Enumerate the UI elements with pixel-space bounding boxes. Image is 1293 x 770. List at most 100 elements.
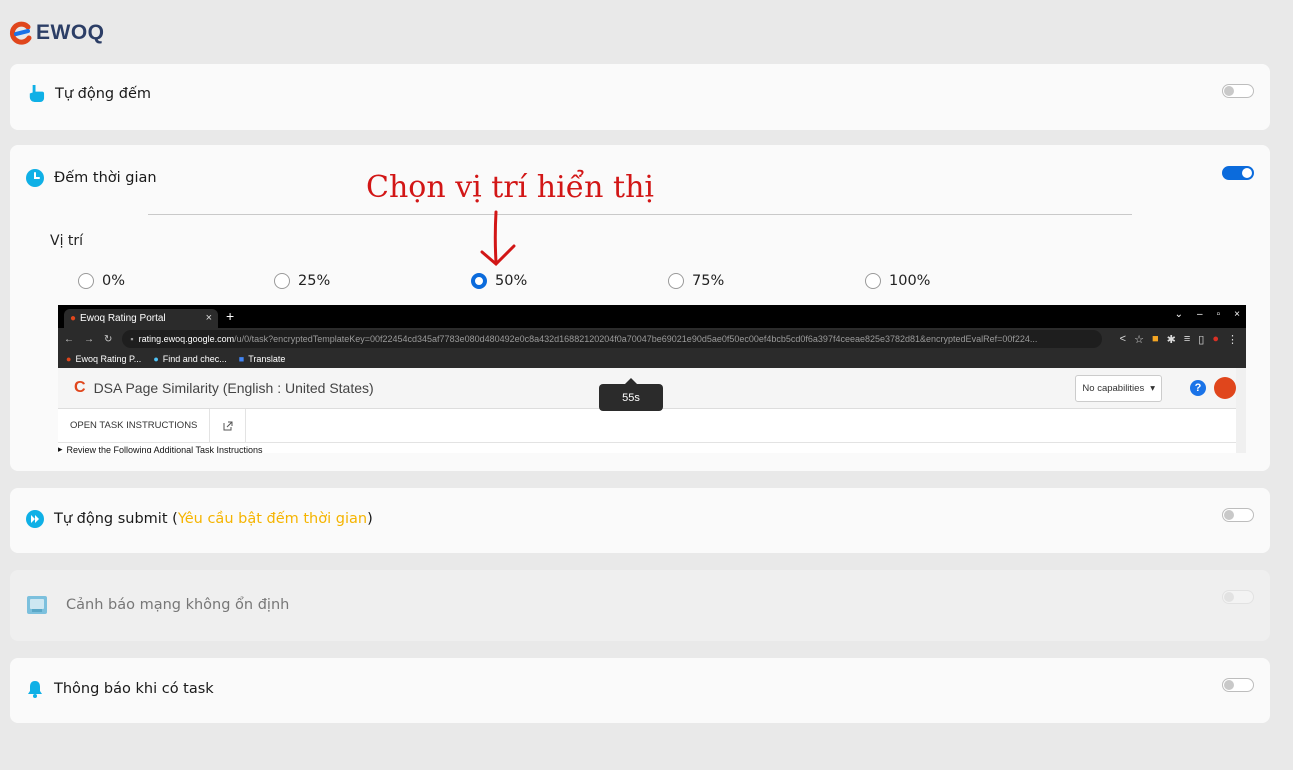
position-radio-0[interactable]: 0% (78, 273, 125, 289)
restore-icon: ▫ (1216, 309, 1221, 320)
bookmarks-bar: ● Ewoq Rating P... ● Find and chec... ■ Tra… (58, 350, 1246, 368)
extension-icon: ■ (1151, 333, 1159, 345)
minimize-icon: – (1197, 309, 1203, 320)
sidepanel-icon: ▯ (1198, 333, 1205, 346)
logo-text: EWOQ (36, 21, 105, 44)
auto-submit-card: Tự động submit (Yêu cầu bật đếm thời gia… (10, 488, 1270, 553)
bookmark-label: Ewoq Rating P... (75, 354, 142, 364)
page-title-text: DSA Page Similarity (English : United St… (93, 380, 374, 396)
position-radio-75[interactable]: 75% (668, 273, 724, 289)
reload-icon: ↻ (104, 333, 113, 345)
annotation-text: Chọn vị trí hiển thị (366, 170, 655, 205)
position-label: Vị trí (50, 233, 84, 249)
profile-icon: ● (1212, 333, 1219, 345)
back-icon: ← (64, 333, 74, 345)
new-tab-icon: + (226, 308, 235, 324)
position-radio-25[interactable]: 25% (274, 273, 330, 289)
bell-icon (28, 681, 42, 698)
ewoq-logo-icon (9, 21, 32, 45)
lock-icon: ▪ (130, 334, 134, 344)
forward-icon: → (84, 333, 94, 345)
window-controls: ⌄ – ▫ × (1175, 309, 1240, 320)
url-host: rating.ewoq.google.com (138, 334, 235, 344)
auto-submit-hint: Yêu cầu bật đếm thời gian (177, 511, 368, 527)
browser-addressbar: ← → ↻ ▪ rating.ewoq.google.com /u/0/task… (58, 328, 1246, 350)
preview-page: C DSA Page Similarity (English : United … (58, 368, 1246, 453)
network-warning-label: Cảnh báo mạng không ổn định (66, 597, 290, 613)
divider (148, 214, 1132, 215)
fast-forward-icon (26, 510, 44, 528)
hand-pointer-icon (29, 84, 45, 103)
radio-label: 100% (889, 273, 931, 289)
tab-title: Ewoq Rating Portal (80, 313, 166, 324)
review-instructions: ▸ Review the Following Additional Task I… (58, 444, 262, 453)
bookmark-label: Find and chec... (162, 354, 227, 364)
position-preview: ● Ewoq Rating Portal × + ⌄ – ▫ × ← → ↻ ▪… (58, 305, 1246, 453)
task-notify-card: Thông báo khi có task (10, 658, 1270, 723)
puzzle-icon: ✱ (1166, 333, 1176, 346)
ewoq-favicon-icon: ● (70, 313, 77, 324)
auto-submit-label: Tự động submit (Yêu cầu bật đếm thời gia… (54, 511, 373, 527)
url-field: ▪ rating.ewoq.google.com /u/0/task?encry… (122, 330, 1102, 348)
clock-icon (26, 169, 44, 187)
preview-scrollbar (1236, 368, 1246, 453)
network-warning-row: Cảnh báo mạng không ổn định (26, 595, 289, 615)
bookmark-item: ■ Translate (239, 354, 286, 364)
radio-circle[interactable] (865, 273, 881, 289)
browser-extensions: < ☆ ■ ✱ ≡ ▯ ● ⋮ (1120, 333, 1246, 346)
auto-count-toggle[interactable] (1222, 84, 1254, 98)
menu-icon: ⋮ (1227, 333, 1238, 346)
playlist-icon: ≡ (1183, 333, 1191, 345)
position-radio-50[interactable]: 50% (471, 273, 527, 289)
radio-label: 50% (495, 273, 528, 289)
hint-close: ) (367, 511, 373, 527)
share-icon: < (1119, 333, 1127, 345)
auto-count-card: Tự động đếm (10, 64, 1270, 130)
auto-submit-toggle[interactable] (1222, 508, 1254, 522)
star-icon: ☆ (1134, 333, 1144, 346)
radio-circle[interactable] (668, 273, 684, 289)
auto-submit-text: Tự động submit (54, 511, 168, 527)
preview-toolbar: OPEN TASK INSTRUCTIONS (58, 408, 1246, 443)
timer-preview-badge: 55s (599, 378, 663, 411)
chevron-down-icon: ⌄ (1174, 309, 1184, 320)
auto-count-row: Tự động đếm (26, 84, 151, 103)
annotation-arrow-icon (480, 210, 516, 267)
position-radio-100[interactable]: 100% (865, 273, 930, 289)
radio-circle[interactable] (78, 273, 94, 289)
review-text: Review the Following Additional Task Ins… (66, 444, 263, 454)
browser-tabbar: ● Ewoq Rating Portal × + ⌄ – ▫ × (58, 305, 1246, 328)
capabilities-select: No capabilities ▾ (1075, 375, 1162, 402)
bookmark-item: ● Ewoq Rating P... (66, 354, 141, 364)
close-icon: × (1234, 309, 1240, 320)
translate-favicon-icon: ■ (238, 354, 245, 364)
preview-page-title: C DSA Page Similarity (English : United … (74, 379, 374, 397)
radio-circle[interactable] (274, 273, 290, 289)
task-notify-toggle[interactable] (1222, 678, 1254, 692)
task-notify-row: Thông báo khi có task (26, 680, 214, 698)
radio-label: 75% (692, 273, 725, 289)
radio-label: 0% (102, 273, 126, 289)
timer-label: Đếm thời gian (54, 170, 157, 186)
radio-circle-selected[interactable] (471, 273, 487, 289)
ewoq-favicon-icon: ● (66, 354, 72, 364)
bookmark-item: ● Find and chec... (153, 354, 226, 364)
network-icon (27, 596, 47, 614)
app-logo: EWOQ (8, 18, 105, 48)
timer-row: Đếm thời gian (26, 169, 157, 187)
network-warning-card: Cảnh báo mạng không ổn định (10, 570, 1270, 641)
url-path: /u/0/task?encryptedTemplateKey=00f22454c… (234, 334, 1038, 344)
auto-count-label: Tự động đếm (55, 85, 151, 102)
external-link-icon (210, 408, 247, 443)
help-icon: ? (1190, 380, 1206, 396)
browser-tab: ● Ewoq Rating Portal × (64, 309, 218, 328)
bookmark-label: Translate (248, 354, 286, 364)
timer-toggle[interactable] (1222, 166, 1254, 180)
avatar (1214, 377, 1236, 399)
auto-submit-row: Tự động submit (Yêu cầu bật đếm thời gia… (26, 510, 373, 528)
tab-close-icon: × (205, 312, 212, 324)
radio-label: 25% (298, 273, 331, 289)
network-warning-toggle (1222, 590, 1254, 604)
task-notify-label: Thông báo khi có task (54, 681, 214, 697)
capabilities-label: No capabilities (1082, 383, 1145, 394)
